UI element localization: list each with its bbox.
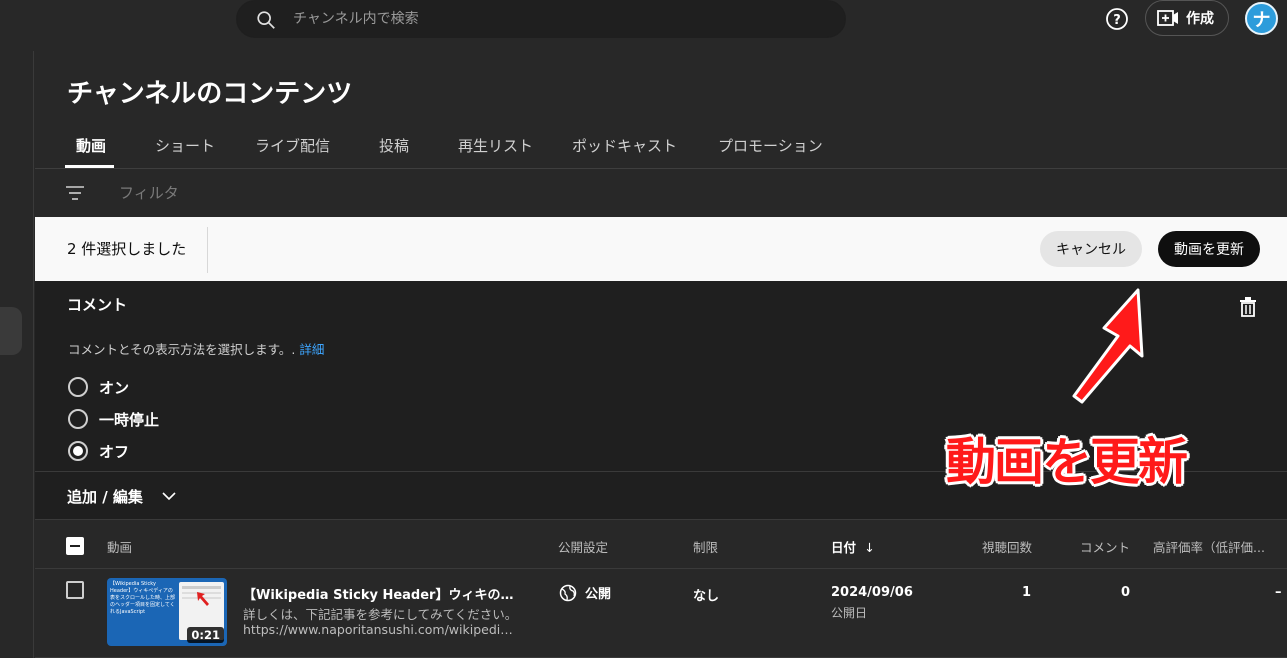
table-header: 動画 公開設定 制限 日付 ↓ 視聴回数 コメント 高評価率（低評価...	[35, 520, 1287, 569]
header-date[interactable]: 日付 ↓	[831, 537, 875, 556]
header-likes: 高評価率（低評価...	[1153, 540, 1265, 555]
header-comments: コメント	[1080, 540, 1131, 555]
sort-down-arrow-icon: ↓	[864, 540, 875, 555]
comments-value: 0	[1121, 585, 1131, 600]
table-row[interactable]: 【Wikipedia Sticky Header】ウィキペディアの表をスクロール…	[35, 569, 1287, 658]
annotation-text: 動画を更新	[946, 433, 1188, 491]
tab-videos[interactable]: 動画	[76, 135, 106, 156]
video-description-url: https://www.naporitansushi.com/wikipedia…	[243, 622, 518, 637]
tab-shorts[interactable]: ショート	[155, 135, 215, 156]
comment-panel-description: コメントとその表示方法を選択します。. 詳細	[68, 339, 324, 358]
tab-podcasts[interactable]: ポッドキャスト	[572, 135, 677, 156]
annotation-arrow-icon	[1072, 288, 1144, 404]
visibility-cell[interactable]: 公開	[559, 583, 611, 602]
selection-bar: 2 件選択しました キャンセル 動画を更新	[35, 217, 1287, 281]
help-icon[interactable]: ?	[1105, 7, 1129, 31]
content-tabs: 動画 ショート ライブ配信 投稿 再生リスト ポッドキャスト プロモーション	[35, 129, 1287, 169]
filter-icon[interactable]	[65, 184, 85, 202]
video-duration: 0:21	[187, 627, 224, 643]
comment-description-text: コメントとその表示方法を選択します。.	[68, 342, 296, 357]
date-sub-label: 公開日	[831, 606, 868, 620]
avatar[interactable]: ナ	[1245, 2, 1278, 35]
restriction-value: なし	[693, 589, 720, 604]
details-link[interactable]: 詳細	[299, 342, 324, 357]
create-label: 作成	[1186, 11, 1214, 27]
selection-count: 2 件選択しました	[67, 240, 187, 258]
cancel-button[interactable]: キャンセル	[1040, 231, 1142, 267]
active-tab-underline	[65, 165, 114, 168]
avatar-letter: ナ	[1252, 9, 1271, 31]
header-views: 視聴回数	[982, 540, 1033, 555]
search-icon	[257, 11, 275, 29]
svg-text:?: ?	[1113, 13, 1121, 28]
create-video-icon	[1157, 10, 1178, 26]
views-value: 1	[1022, 585, 1032, 600]
video-thumbnail[interactable]: 【Wikipedia Sticky Header】ウィキペディアの表をスクロール…	[107, 578, 227, 646]
radio-circle-selected[interactable]	[68, 441, 88, 461]
tab-live[interactable]: ライブ配信	[255, 135, 330, 156]
left-rail	[0, 51, 34, 658]
page-title: チャンネルのコンテンツ	[67, 79, 353, 109]
filter-input[interactable]	[119, 181, 419, 205]
tab-promotions[interactable]: プロモーション	[718, 135, 823, 156]
trash-icon[interactable]	[1240, 297, 1256, 317]
globe-icon	[559, 584, 577, 601]
top-bar: ? 作成 ナ	[0, 0, 1287, 51]
visibility-label: 公開	[585, 587, 612, 602]
tab-posts[interactable]: 投稿	[379, 135, 409, 156]
radio-circle[interactable]	[68, 377, 88, 397]
search-box[interactable]	[236, 0, 846, 38]
chevron-down-icon	[162, 492, 176, 501]
radio-label-on: オン	[99, 378, 130, 397]
radio-label-off: オフ	[99, 442, 130, 461]
video-description: 詳しくは、下記記事を参考にしてみてください。	[243, 607, 518, 622]
date-value: 2024/09/06	[831, 585, 913, 600]
radio-label-paused: 一時停止	[99, 410, 160, 429]
video-title[interactable]: 【Wikipedia Sticky Header】ウィキの表ヘッ...	[243, 584, 518, 603]
tab-playlists[interactable]: 再生リスト	[458, 135, 533, 156]
create-button[interactable]: 作成	[1145, 0, 1229, 36]
radio-circle[interactable]	[68, 409, 88, 429]
radio-comments-on[interactable]: オン	[68, 375, 129, 399]
add-edit-label: 追加 / 編集	[67, 488, 143, 506]
comment-panel-title: コメント	[67, 296, 128, 314]
radio-comments-paused[interactable]: 一時停止	[68, 407, 159, 431]
row-checkbox[interactable]	[66, 581, 84, 599]
header-restriction: 制限	[693, 540, 719, 555]
select-all-checkbox[interactable]	[66, 537, 84, 555]
radio-comments-off[interactable]: オフ	[68, 439, 129, 463]
search-input[interactable]	[293, 7, 793, 31]
left-rail-active-indicator	[0, 307, 22, 355]
header-video: 動画	[107, 540, 133, 555]
selection-divider	[207, 227, 208, 273]
likes-value: –	[1275, 585, 1282, 600]
update-videos-button[interactable]: 動画を更新	[1158, 231, 1260, 267]
header-date-label: 日付	[831, 540, 857, 555]
header-visibility: 公開設定	[558, 540, 609, 555]
filter-row	[35, 169, 1287, 217]
thumbnail-text: 【Wikipedia Sticky Header】ウィキペディアの表をスクロール…	[110, 581, 176, 615]
